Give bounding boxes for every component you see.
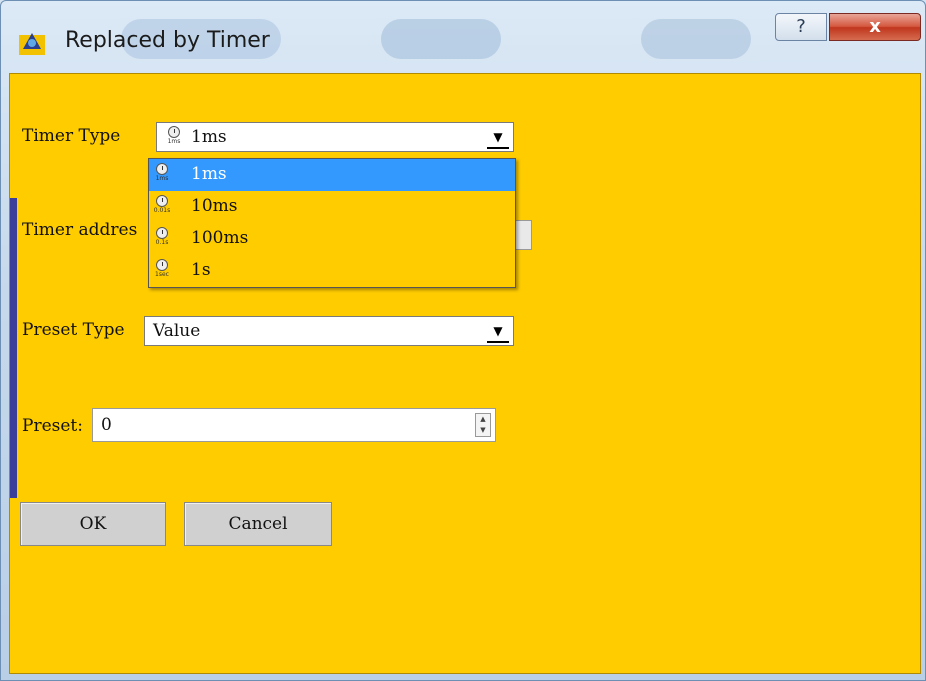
chevron-down-icon[interactable]: ▼ (487, 127, 509, 149)
timer-clock-icon: 1ms (165, 126, 183, 148)
timer-type-value: 1ms (191, 127, 227, 147)
preset-type-select[interactable]: Value ▼ (144, 316, 514, 346)
chevron-down-icon[interactable]: ▼ (487, 321, 509, 343)
preset-type-label: Preset Type (22, 320, 125, 340)
timer-type-label: Timer Type (22, 126, 121, 146)
dialog-window: Replaced by Timer ? x Timer Type 1ms 1ms… (0, 0, 926, 681)
timer-type-dropdown-list[interactable]: 1ms 1ms 0.01s 10ms 0.1s 100ms 1sec 1s (148, 158, 516, 288)
preset-type-value: Value (153, 321, 201, 341)
ok-button[interactable]: OK (20, 502, 166, 546)
clock-icon: 0.1s (153, 227, 171, 249)
spin-down-icon[interactable]: ▼ (476, 425, 490, 436)
close-button[interactable]: x (829, 13, 921, 41)
dialog-body: Timer Type 1ms 1ms ▼ Timer addres 1ms 1m… (9, 73, 921, 674)
dropdown-option-100ms[interactable]: 0.1s 100ms (149, 223, 515, 255)
preset-spinner[interactable]: ▲ ▼ (475, 413, 491, 437)
clock-icon: 1ms (153, 163, 171, 185)
left-edge-strip (10, 198, 17, 498)
timer-address-label: Timer addres (22, 220, 138, 240)
help-button[interactable]: ? (775, 13, 827, 41)
spin-up-icon[interactable]: ▲ (476, 414, 490, 425)
title-bar[interactable]: Replaced by Timer ? x (1, 1, 925, 71)
dropdown-option-10ms[interactable]: 0.01s 10ms (149, 191, 515, 223)
dropdown-option-1s[interactable]: 1sec 1s (149, 255, 515, 287)
clock-icon: 0.01s (153, 195, 171, 217)
preset-value: 0 (101, 415, 112, 435)
cancel-button[interactable]: Cancel (184, 502, 332, 546)
dropdown-option-1ms[interactable]: 1ms 1ms (149, 159, 515, 191)
preset-input[interactable]: 0 ▲ ▼ (92, 408, 496, 442)
clock-icon: 1sec (153, 259, 171, 281)
app-icon (19, 29, 49, 55)
preset-label: Preset: (22, 416, 83, 436)
window-title: Replaced by Timer (65, 28, 270, 53)
timer-type-select[interactable]: 1ms 1ms ▼ (156, 122, 514, 152)
